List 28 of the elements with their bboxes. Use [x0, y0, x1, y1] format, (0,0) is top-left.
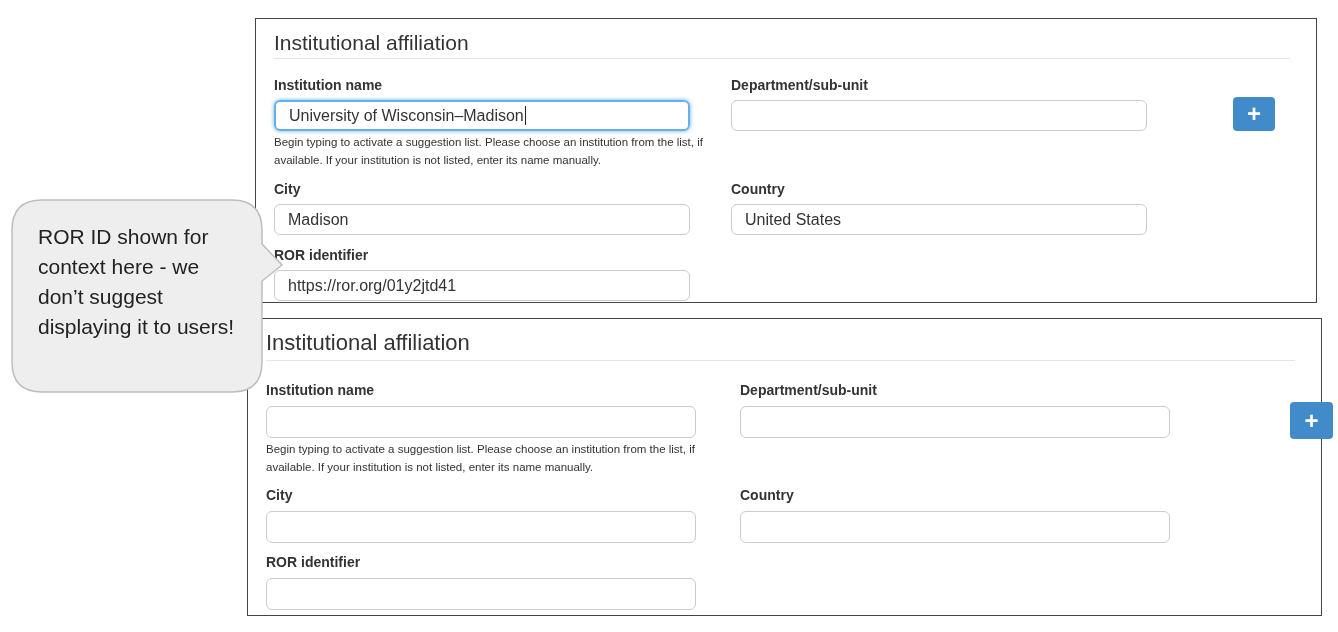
input-field[interactable]: University of Wisconsin–Madison	[274, 100, 690, 131]
section-title: Institutional affiliation	[274, 29, 1290, 59]
add-button[interactable]: +	[1233, 97, 1275, 131]
callout-text: ROR ID shown for context here - we don’t suggest displaying it to users!	[38, 224, 236, 340]
input-field[interactable]: United States	[731, 204, 1147, 235]
section-title: Institutional affiliation	[266, 329, 1295, 361]
input-field[interactable]: https://ror.org/01y2jtd41	[274, 270, 690, 301]
field-label: ROR identifier	[274, 247, 370, 263]
field-label: Department/sub-unit	[731, 77, 869, 93]
help-text: Begin typing to activate a suggestion list. Please choose an institution from the list, if available. If your institution is not listed, enter its name manually.	[266, 442, 696, 475]
input-field[interactable]	[731, 100, 1147, 131]
field-label: Department/sub-unit	[740, 382, 878, 398]
input-field[interactable]	[266, 511, 696, 543]
input-field[interactable]	[266, 578, 696, 610]
text-cursor	[524, 106, 526, 125]
add-button[interactable]: +	[1290, 402, 1333, 439]
field-label: Institution name	[274, 77, 384, 93]
field-label: City	[274, 181, 302, 197]
field-label: Country	[731, 181, 786, 197]
input-field[interactable]	[740, 511, 1170, 543]
field-label: Country	[740, 487, 795, 503]
input-field[interactable]	[740, 406, 1170, 438]
input-field[interactable]: Madison	[274, 204, 690, 235]
field-label: City	[266, 487, 294, 503]
input-field[interactable]	[266, 406, 696, 438]
field-label: Institution name	[266, 382, 376, 398]
help-text: Begin typing to activate a suggestion list. Please choose an institution from the list, if available. If your institution is not listed, enter its name manually.	[274, 135, 704, 168]
field-label: ROR identifier	[266, 554, 362, 570]
